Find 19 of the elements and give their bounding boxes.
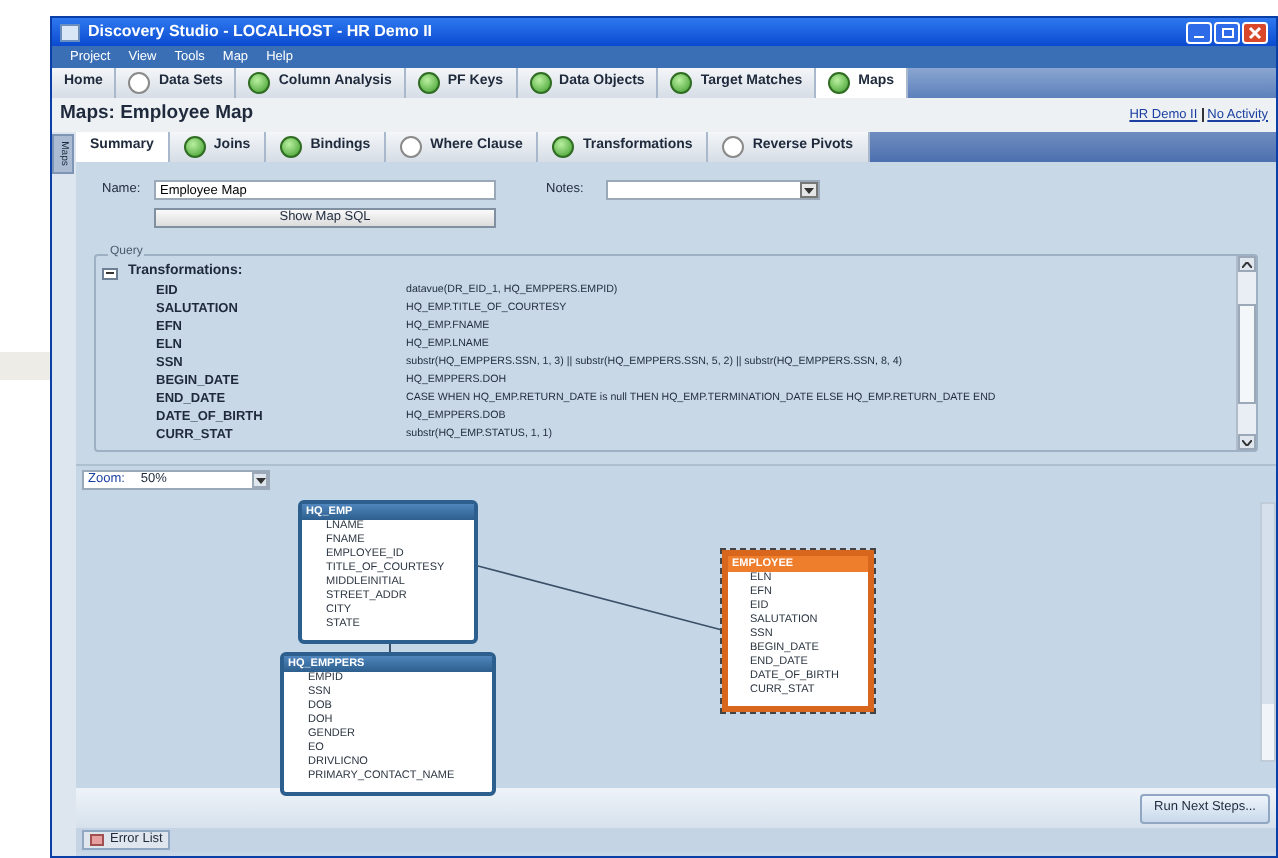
error-icon [90,834,104,846]
window-title: Discovery Studio - LOCALHOST - HR Demo II [88,20,433,44]
join-connector [389,643,391,653]
page-title: Maps: Employee Map [60,100,254,129]
close-icon [1248,25,1262,39]
notes-dropdown[interactable] [606,180,820,200]
scroll-up-icon[interactable] [1238,256,1256,272]
background-panel [0,352,50,380]
close-button[interactable] [1242,21,1268,43]
dropdown-caret-icon [800,182,818,198]
collapse-toggle-icon[interactable] [102,267,118,279]
canvas-scrollbar[interactable] [1260,502,1276,762]
maximize-button[interactable] [1214,21,1240,43]
scroll-down-icon[interactable] [1238,434,1256,450]
scroll-thumb[interactable] [1238,303,1256,403]
vertical-scrollbar[interactable] [1236,256,1256,450]
app-icon [60,23,80,41]
dropdown-caret-icon [252,472,268,488]
minimize-button[interactable] [1186,21,1212,43]
